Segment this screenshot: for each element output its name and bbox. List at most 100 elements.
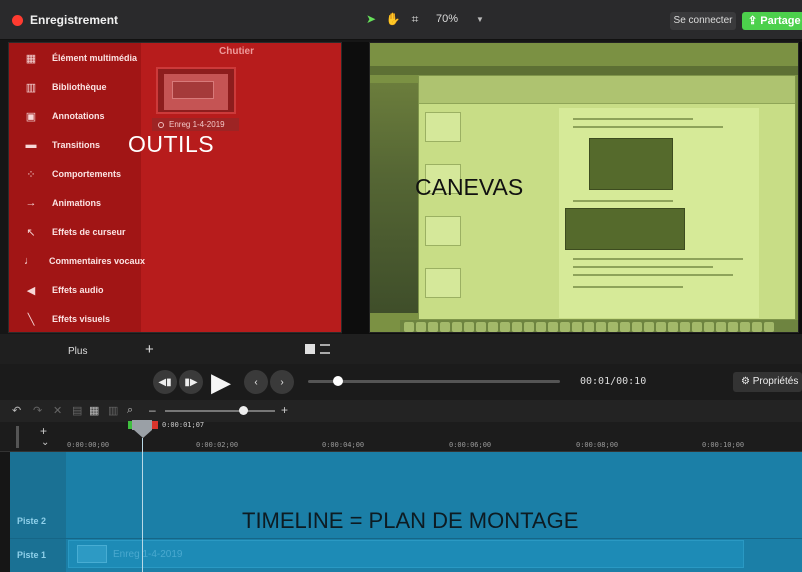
os-menu-bar bbox=[370, 66, 798, 75]
tool-visual-effects[interactable]: ╲ Effets visuels bbox=[9, 304, 141, 334]
tool-behaviors[interactable]: ⁘ Comportements bbox=[9, 159, 141, 189]
hand-pan-icon[interactable]: ✋ bbox=[386, 12, 401, 26]
tool-label: Effets audio bbox=[52, 285, 104, 295]
split-icon[interactable]: ▥ bbox=[108, 404, 118, 417]
list-view-icon[interactable] bbox=[320, 344, 330, 354]
page-thumbnail bbox=[425, 112, 461, 142]
playhead-handle[interactable] bbox=[132, 420, 152, 430]
playback-scrubber[interactable] bbox=[308, 380, 560, 383]
tool-animations[interactable]: → Animations bbox=[9, 188, 141, 218]
share-button[interactable]: ⇪ Partage bbox=[742, 12, 802, 30]
media-icon: ▦ bbox=[25, 52, 37, 65]
cut-icon[interactable]: ✕ bbox=[53, 404, 62, 417]
scrubber-handle[interactable] bbox=[333, 376, 343, 386]
zoom-level[interactable]: 70% bbox=[436, 13, 458, 25]
document-thumbnails bbox=[425, 112, 465, 312]
more-tools-button[interactable]: Plus bbox=[68, 346, 87, 357]
screenshot-figure bbox=[589, 138, 673, 190]
add-track-icon[interactable]: + bbox=[40, 424, 47, 438]
add-icon[interactable]: + bbox=[145, 341, 154, 358]
tool-label: Élément multimédia bbox=[52, 53, 138, 63]
canvas-tools: ➤ ✋ ⌗ 70% ▼ bbox=[364, 12, 484, 27]
ruler-tick: 0:00:00;00 bbox=[67, 441, 110, 449]
tool-cursor-effects[interactable]: ↖ Effets de curseur bbox=[9, 217, 141, 247]
time-display: 00:01/00:10 bbox=[580, 376, 647, 387]
ruler-tick: 0:00:06;00 bbox=[449, 441, 492, 449]
library-icon: ▥ bbox=[25, 81, 37, 94]
share-label: Partage bbox=[760, 15, 801, 27]
document-ribbon bbox=[419, 76, 795, 104]
properties-label: Propriétés bbox=[752, 376, 799, 387]
properties-button[interactable]: ⚙ Propriétés bbox=[733, 372, 802, 392]
timeline-toolbar bbox=[0, 400, 802, 422]
microphone-icon: ♩ bbox=[24, 255, 35, 267]
canvas-area bbox=[342, 42, 802, 334]
text-line bbox=[573, 258, 743, 260]
crop-icon[interactable]: ⌗ bbox=[408, 12, 422, 26]
tool-library[interactable]: ▥ Bibliothèque bbox=[9, 72, 141, 102]
track-divider bbox=[10, 538, 802, 539]
step-back-icon[interactable]: ◀▮ bbox=[153, 370, 177, 394]
annotation-icon: ▣ bbox=[25, 110, 37, 123]
tool-voice-narration[interactable]: ♩ Commentaires vocaux bbox=[9, 246, 145, 276]
timeline-ruler[interactable] bbox=[0, 422, 802, 452]
bin-clip-thumbnail[interactable] bbox=[156, 67, 236, 114]
app-title: Enregistrement bbox=[30, 13, 119, 27]
track-label-1[interactable]: Piste 1 bbox=[17, 550, 46, 560]
track-height-handle[interactable] bbox=[16, 426, 19, 448]
timeline-zoom-slider[interactable] bbox=[165, 410, 275, 412]
tool-annotations[interactable]: ▣ Annotations bbox=[9, 101, 141, 131]
undo-icon[interactable]: ↶ bbox=[12, 404, 21, 417]
share-icon: ⇪ bbox=[748, 15, 761, 27]
zoom-out-icon[interactable]: – bbox=[149, 403, 156, 417]
timeline-zoom-handle[interactable] bbox=[239, 406, 248, 415]
timeline-clip[interactable]: Enreg 1-4-2019 bbox=[68, 540, 744, 568]
document-page bbox=[559, 108, 759, 318]
copy-icon[interactable]: ▤ bbox=[72, 404, 82, 417]
search-icon[interactable]: ⌕ bbox=[127, 404, 133, 417]
ruler-tick: 0:00:10;00 bbox=[702, 441, 745, 449]
chevron-down-icon[interactable]: ▼ bbox=[476, 15, 484, 24]
ruler-tick: 0:00:04;00 bbox=[322, 441, 365, 449]
sign-in-button[interactable]: Se connecter bbox=[670, 12, 736, 30]
tool-audio-effects[interactable]: ◀ Effets audio bbox=[9, 275, 141, 305]
tool-transitions[interactable]: ▬ Transitions bbox=[9, 130, 141, 160]
text-line bbox=[573, 126, 723, 128]
gear-icon: ⚙ bbox=[741, 376, 753, 387]
text-line bbox=[573, 266, 713, 268]
play-icon[interactable]: ▶ bbox=[206, 367, 236, 397]
playhead-line bbox=[142, 438, 143, 572]
desktop-wallpaper bbox=[370, 83, 418, 313]
playhead-time: 0:00:01;07 bbox=[162, 421, 205, 429]
tools-list: ▦ Élément multimédia ▥ Bibliothèque ▣ An… bbox=[9, 43, 145, 334]
ruler-tick: 0:00:02;00 bbox=[196, 441, 239, 449]
bin-clip-label[interactable]: Enreg 1-4-2019 bbox=[152, 118, 239, 131]
page-thumbnail bbox=[425, 268, 461, 298]
track-controls: + ⌄ bbox=[8, 424, 64, 452]
tool-media[interactable]: ▦ Élément multimédia bbox=[9, 43, 141, 73]
zoom-in-icon[interactable]: + bbox=[281, 403, 288, 417]
next-frame-icon[interactable]: › bbox=[270, 370, 294, 394]
tool-label: Annotations bbox=[52, 111, 105, 121]
tools-panel: ▦ Élément multimédia ▥ Bibliothèque ▣ An… bbox=[8, 42, 342, 333]
tool-label: Effets visuels bbox=[52, 314, 111, 324]
arrow-pointer-icon[interactable]: ➤ bbox=[364, 12, 378, 26]
selection-end-handle[interactable] bbox=[152, 421, 158, 429]
cursor-effect-icon: ↖ bbox=[26, 226, 36, 239]
chevron-down-icon[interactable]: ⌄ bbox=[41, 437, 49, 448]
playhead-pointer[interactable] bbox=[134, 430, 152, 438]
text-line bbox=[573, 200, 673, 202]
track-label-2[interactable]: Piste 2 bbox=[17, 516, 46, 526]
redo-icon[interactable]: ↷ bbox=[33, 404, 42, 417]
tool-label: Bibliothèque bbox=[52, 82, 107, 92]
panel-footer bbox=[0, 334, 802, 364]
text-line bbox=[573, 286, 683, 288]
text-line bbox=[573, 274, 733, 276]
tool-label: Comportements bbox=[52, 169, 122, 179]
paste-icon[interactable]: ▦ bbox=[89, 404, 99, 417]
overlay-label-timeline: TIMELINE = PLAN DE MONTAGE bbox=[242, 508, 579, 533]
grid-view-icon[interactable] bbox=[305, 344, 315, 354]
visual-effect-icon: ╲ bbox=[27, 313, 35, 326]
step-forward-icon[interactable]: ▮▶ bbox=[179, 370, 203, 394]
previous-frame-icon[interactable]: ‹ bbox=[244, 370, 268, 394]
